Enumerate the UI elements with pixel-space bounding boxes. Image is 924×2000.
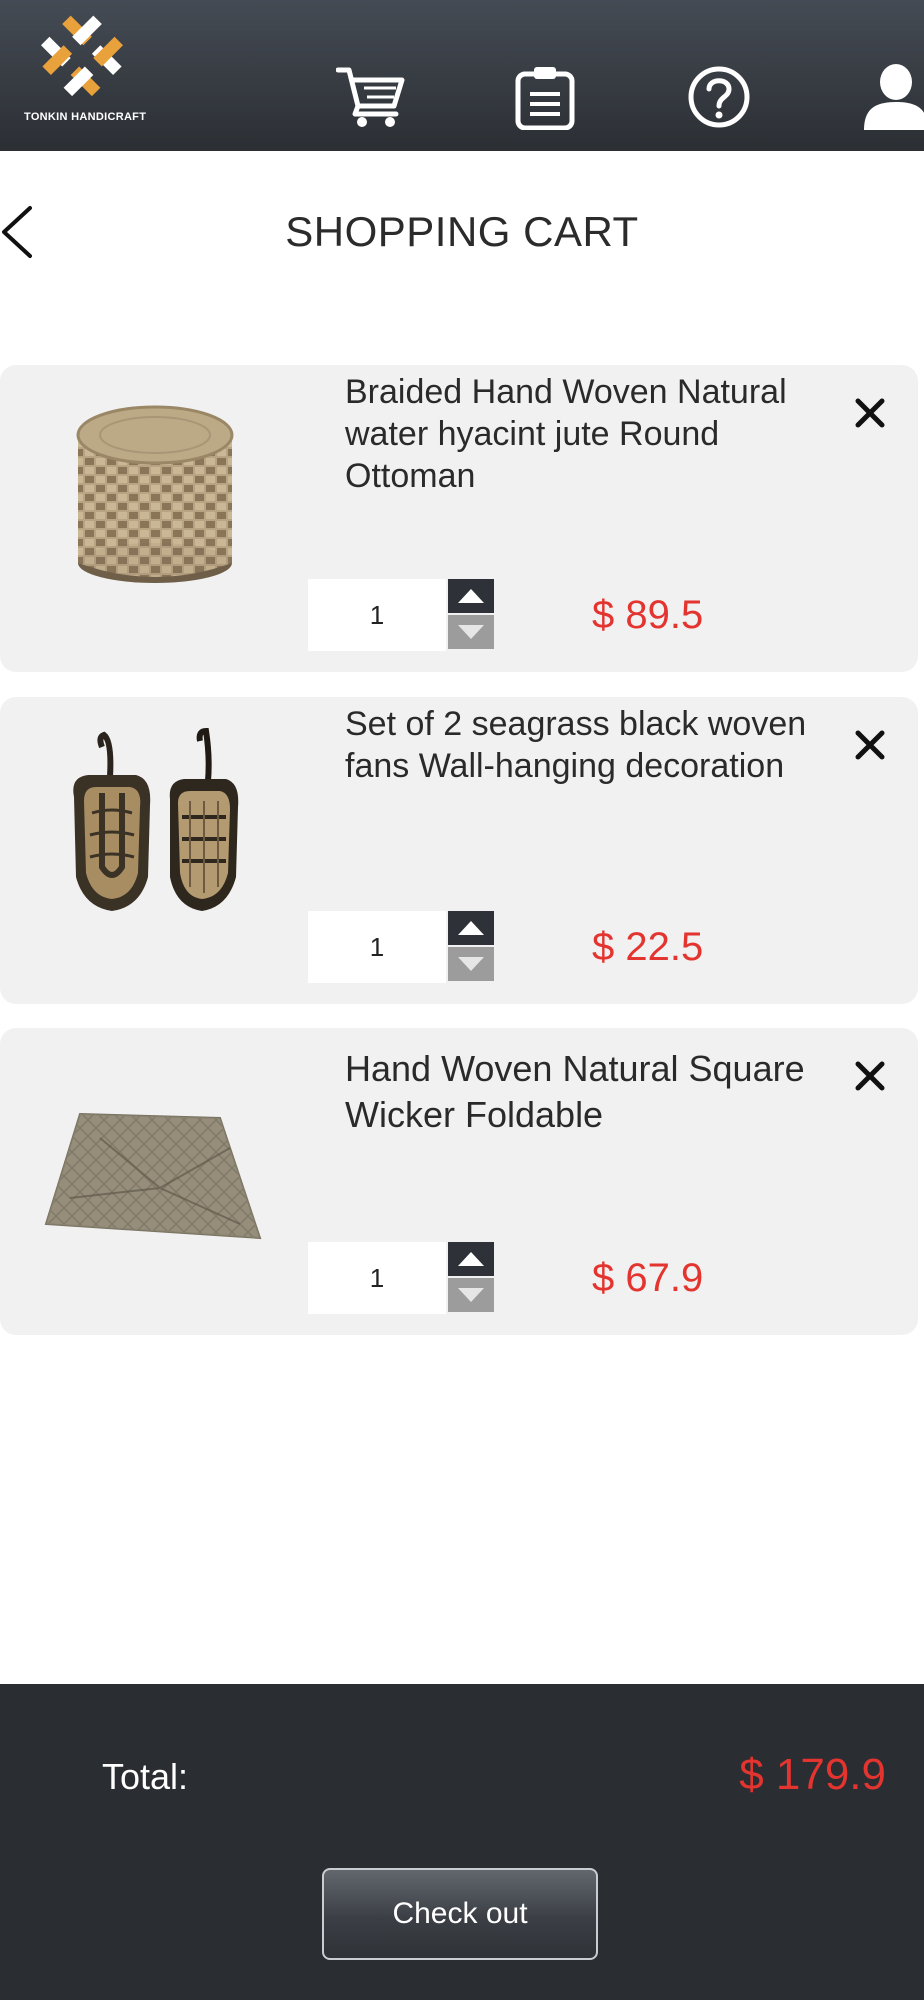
triangle-up-icon [458, 589, 484, 603]
product-name[interactable]: Set of 2 seagrass black woven fans Wall-… [345, 703, 815, 787]
cart-item: Braided Hand Woven Natural water hyacint… [0, 365, 918, 672]
cart-summary-footer: Total: $ 179.9 Check out [0, 1684, 924, 2000]
nav-account-button[interactable] [858, 62, 924, 132]
brand-name: TONKIN HANDICRAFT [24, 111, 147, 123]
item-price: $ 89.5 [592, 593, 704, 637]
wicker-mat-image [44, 1112, 262, 1240]
quantity-input[interactable]: 1 [308, 579, 446, 651]
close-icon [855, 398, 885, 428]
quantity-input[interactable]: 1 [308, 1242, 446, 1314]
item-price: $ 67.9 [592, 1256, 704, 1300]
close-icon [855, 730, 885, 760]
triangle-up-icon [458, 921, 484, 935]
checkout-button[interactable]: Check out [322, 1868, 598, 1960]
round-ottoman-image [76, 405, 234, 583]
product-image-wicker-mat[interactable] [40, 1048, 270, 1278]
clipboard-icon [515, 67, 575, 130]
triangle-up-icon [458, 1252, 484, 1266]
triangle-down-icon [458, 1288, 484, 1302]
user-icon [864, 64, 924, 130]
triangle-down-icon [458, 957, 484, 971]
product-image-woven-fans[interactable] [40, 717, 270, 947]
quantity-decrement-button[interactable] [448, 947, 494, 981]
app-screen: TONKIN HANDICRAFT SHOPPING CART Braided … [0, 0, 924, 2000]
top-navigation-bar: TONKIN HANDICRAFT [0, 0, 924, 151]
cart-icon [336, 67, 405, 127]
triangle-down-icon [458, 625, 484, 639]
remove-item-button[interactable] [850, 725, 890, 765]
quantity-increment-button[interactable] [448, 579, 494, 613]
remove-item-button[interactable] [850, 1056, 890, 1096]
item-price: $ 22.5 [592, 925, 704, 969]
total-value: $ 179.9 [739, 1750, 886, 1799]
quantity-increment-button[interactable] [448, 911, 494, 945]
quantity-decrement-button[interactable] [448, 615, 494, 649]
page-title: SHOPPING CART [285, 208, 639, 255]
cart-item: Hand Woven Natural Square Wicker Foldabl… [0, 1028, 918, 1335]
nav-help-button[interactable] [684, 62, 754, 132]
close-icon [855, 1061, 885, 1091]
product-name[interactable]: Braided Hand Woven Natural water hyacint… [345, 371, 815, 497]
woven-fans-image [73, 727, 239, 911]
help-circle-icon [688, 66, 750, 128]
quantity-decrement-button[interactable] [448, 1278, 494, 1312]
remove-item-button[interactable] [850, 393, 890, 433]
nav-cart-button[interactable] [336, 62, 406, 132]
logo-mark-icon [40, 15, 124, 97]
product-image-round-ottoman[interactable] [40, 385, 270, 615]
total-label: Total: [102, 1756, 189, 1797]
quantity-increment-button[interactable] [448, 1242, 494, 1276]
cart-item: Set of 2 seagrass black woven fans Wall-… [0, 697, 918, 1004]
product-name[interactable]: Hand Woven Natural Square Wicker Foldabl… [345, 1046, 815, 1138]
nav-orders-button[interactable] [510, 62, 580, 132]
quantity-input[interactable]: 1 [308, 911, 446, 983]
